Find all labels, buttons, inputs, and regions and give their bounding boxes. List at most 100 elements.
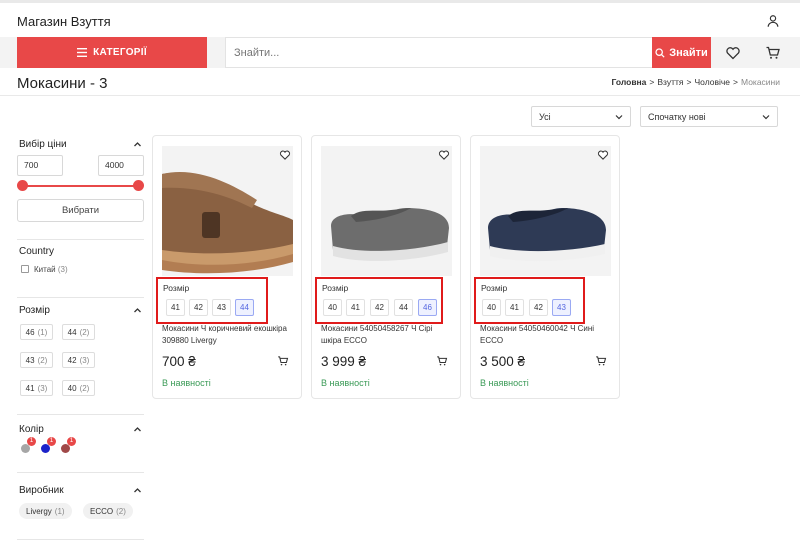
maker-filter-header[interactable]: Виробник	[19, 485, 142, 496]
product-price: 3 999 ₴	[321, 354, 367, 369]
chevron-down-icon	[762, 115, 770, 120]
price-filter-title: Вибір ціни	[19, 139, 67, 150]
country-option-label[interactable]: Китай (3)	[34, 265, 68, 274]
size-option[interactable]: 43	[212, 299, 231, 316]
country-filter-title: Country	[19, 246, 55, 257]
product-card[interactable]: Розмір 40 41 42 43 Мокасини 54050460042 …	[470, 135, 620, 399]
size-label: Розмір	[481, 283, 508, 293]
top-bar: Магазин Взуття	[0, 0, 800, 37]
menu-icon	[77, 48, 88, 57]
product-name[interactable]: Мокасини Ч коричневий екошкіра 309880 Li…	[162, 323, 294, 347]
chevron-down-icon	[615, 115, 623, 120]
search-box	[225, 37, 652, 68]
product-price: 3 500 ₴	[480, 354, 526, 369]
user-icon[interactable]	[766, 14, 780, 28]
title-row: Мокасини - 3 Головна > Взуття > Чоловіче > …	[0, 68, 800, 96]
size-option-selected[interactable]: 43	[552, 299, 571, 316]
size-option[interactable]: 40	[323, 299, 342, 316]
stock-status: В наявності	[162, 378, 211, 388]
breadcrumb-separator: >	[649, 77, 655, 87]
color-count-badge: 1	[67, 437, 76, 446]
size-option[interactable]: 44	[394, 299, 413, 316]
categories-button[interactable]: КАТЕГОРІЇ	[17, 37, 207, 68]
price-apply-button[interactable]: Вибрати	[17, 199, 144, 222]
price-min-input[interactable]: 700	[17, 155, 63, 176]
size-option[interactable]: 41	[505, 299, 524, 316]
maker-chip-ecco[interactable]: ECCO (2)	[83, 503, 133, 519]
site-name[interactable]: Магазин Взуття	[17, 14, 111, 29]
price-max-input[interactable]: 4000	[98, 155, 144, 176]
size-filter-chip[interactable]: 44 (2)	[62, 324, 95, 340]
categories-label: КАТЕГОРІЇ	[93, 47, 147, 58]
size-option[interactable]: 41	[346, 299, 365, 316]
size-filter-chip[interactable]: 40 (2)	[62, 380, 95, 396]
page-title: Мокасини - 3	[17, 75, 108, 92]
favorite-heart-icon[interactable]	[597, 149, 609, 161]
chevron-up-icon	[134, 488, 141, 493]
cart-icon[interactable]	[765, 45, 781, 61]
product-image[interactable]	[480, 146, 611, 276]
size-filter-chip[interactable]: 42 (3)	[62, 352, 95, 368]
size-label: Розмір	[163, 283, 190, 293]
product-image[interactable]	[162, 146, 293, 276]
add-to-cart-icon[interactable]	[277, 355, 289, 367]
search-button[interactable]: Знайти	[652, 37, 711, 68]
stock-status: В наявності	[321, 378, 370, 388]
favorite-heart-icon[interactable]	[438, 149, 450, 161]
size-option[interactable]: 42	[529, 299, 548, 316]
size-filter-chip[interactable]: 41 (3)	[20, 380, 53, 396]
country-filter-header[interactable]: Country	[19, 246, 142, 257]
option-count: (3)	[57, 265, 68, 274]
search-input[interactable]	[226, 38, 652, 67]
breadcrumb-current: Мокасини	[741, 77, 780, 87]
sort-select[interactable]: Спочатку нові	[640, 106, 778, 127]
size-filter-chip[interactable]: 46 (1)	[20, 324, 53, 340]
size-option-selected[interactable]: 44	[235, 299, 254, 316]
wishlist-heart-icon[interactable]	[725, 45, 741, 61]
color-filter-header[interactable]: Колір	[19, 424, 142, 435]
chevron-up-icon	[134, 308, 141, 313]
add-to-cart-icon[interactable]	[595, 355, 607, 367]
price-slider-max-handle[interactable]	[133, 180, 144, 191]
size-filter-chip[interactable]: 43 (2)	[20, 352, 53, 368]
breadcrumb: Головна > Взуття > Чоловіче > Мокасини	[611, 77, 780, 87]
price-slider-min-handle[interactable]	[17, 180, 28, 191]
size-filter-title: Розмір	[19, 305, 50, 316]
filter-select[interactable]: Усі	[531, 106, 631, 127]
size-option[interactable]: 41	[166, 299, 185, 316]
price-slider-track[interactable]	[22, 185, 138, 187]
chevron-up-icon	[134, 142, 141, 147]
size-label: Розмір	[322, 283, 349, 293]
divider	[17, 414, 144, 415]
product-name[interactable]: Мокасини 54050458267 Ч Сірі шкіра ECCO	[321, 323, 453, 347]
divider	[17, 539, 144, 540]
country-checkbox[interactable]	[21, 265, 29, 273]
color-filter-title: Колір	[19, 424, 44, 435]
search-button-label: Знайти	[669, 46, 708, 59]
product-name[interactable]: Мокасини 54050460042 Ч Сині ECCO	[480, 323, 612, 347]
breadcrumb-men[interactable]: Чоловіче	[694, 77, 730, 87]
size-filter-header[interactable]: Розмір	[19, 305, 142, 316]
size-option[interactable]: 42	[370, 299, 389, 316]
product-card[interactable]: Розмір 40 41 42 44 46 Мокасини 540504582…	[311, 135, 461, 399]
size-option[interactable]: 42	[189, 299, 208, 316]
price-filter-header[interactable]: Вибір ціни	[19, 139, 142, 150]
divider	[17, 239, 144, 240]
product-card[interactable]: Розмір 41 42 43 44 Мокасини Ч коричневий…	[152, 135, 302, 399]
product-price: 700 ₴	[162, 354, 196, 369]
breadcrumb-home[interactable]: Головна	[611, 77, 646, 87]
filter-select-value: Усі	[539, 111, 551, 122]
favorite-heart-icon[interactable]	[279, 149, 291, 161]
sort-select-value: Спочатку нові	[648, 111, 706, 122]
size-option-selected[interactable]: 46	[418, 299, 437, 316]
add-to-cart-icon[interactable]	[436, 355, 448, 367]
product-image[interactable]	[321, 146, 452, 276]
breadcrumb-shoes[interactable]: Взуття	[657, 77, 683, 87]
breadcrumb-separator: >	[686, 77, 692, 87]
search-icon	[655, 47, 665, 58]
color-count-badge: 1	[47, 437, 56, 446]
maker-chip-livergy[interactable]: Livergy (1)	[19, 503, 72, 519]
size-option[interactable]: 40	[482, 299, 501, 316]
divider	[17, 472, 144, 473]
maker-filter-title: Виробник	[19, 485, 64, 496]
